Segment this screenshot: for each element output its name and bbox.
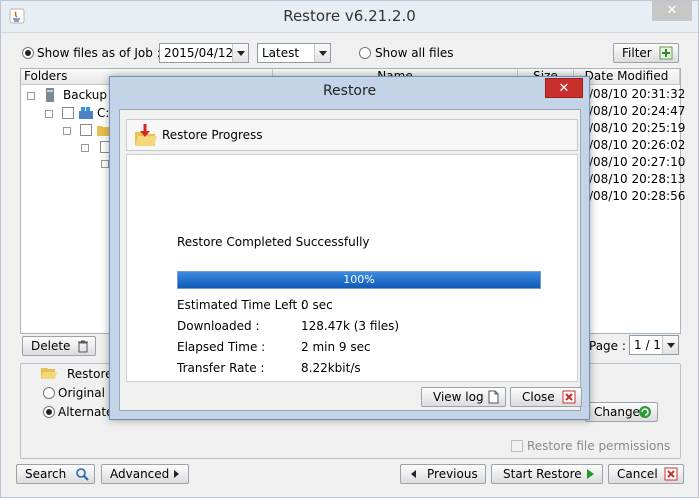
close-icon [664,467,678,481]
drive-icon [79,107,93,119]
stat-row-estimated-time: Estimated Time Left : 0 sec [177,298,333,312]
stat-label: Downloaded : [177,319,260,333]
tree-expander-icon[interactable] [101,160,109,168]
restore-file-permissions-checkbox[interactable] [511,440,523,452]
search-button-label: Search [25,467,67,481]
search-button[interactable]: Search [16,464,95,484]
change-location-button[interactable]: Change [585,402,658,422]
cancel-button-label: Cancel [617,467,658,481]
chevron-down-icon [314,44,330,62]
delete-button-label: Delete [31,339,71,353]
chevron-down-icon [232,44,248,62]
refresh-icon [639,406,651,418]
restore-file-permissions-label: Restore file permissions [527,439,671,453]
restore-status-text: Restore Completed Successfully [177,235,370,249]
show-all-files-label: Show all files [375,46,454,60]
job-date-value: 2015/04/12 [164,46,234,60]
tree-node-drive-label: C: [97,106,110,120]
job-version-value: Latest [262,46,300,60]
add-icon [659,46,673,60]
dialog-close-button[interactable]: ✕ [545,78,583,98]
show-files-as-of-job-label: Show files as of Job : [37,46,161,60]
advanced-button-label: Advanced [110,467,170,481]
previous-button[interactable]: Previous [400,464,486,484]
page-label: Page : [589,339,626,353]
restore-progress-bar: 100% [177,271,541,289]
date-modified-cell: /08/10 20:28:56 [589,189,686,203]
window-close-button[interactable]: ✕ [652,1,692,21]
date-modified-cell: /08/10 20:24:47 [589,104,686,118]
start-restore-button[interactable]: Start Restore [491,464,603,484]
date-modified-cell: /08/10 20:26:02 [589,138,686,152]
tree-expander-icon[interactable] [45,110,53,118]
page-select[interactable]: 1 / 1 [629,335,679,355]
chevron-right-icon [174,470,179,478]
play-icon [587,469,594,479]
job-date-select[interactable]: 2015/04/12 [159,43,249,63]
advanced-button[interactable]: Advanced [101,464,189,484]
dialog-header: Restore Progress [126,119,578,151]
original-location-radio[interactable] [43,387,55,399]
stat-value: 128.47k (3 files) [301,319,400,333]
show-files-as-of-job-radio[interactable] [22,47,34,59]
close-icon: ✕ [558,81,570,96]
show-all-files-radio[interactable] [359,47,371,59]
open-folder-icon [41,368,57,379]
date-modified-cell: /08/10 20:25:19 [589,121,686,135]
dialog-close-action-button[interactable]: Close [510,387,582,407]
alternate-location-radio[interactable] [43,406,55,418]
start-restore-button-label: Start Restore [503,467,582,481]
restore-progress-dialog: Restore ✕ Restore Progress Restore Compl… [109,76,590,420]
dialog-content: Restore Completed Successfully 100% Esti… [126,154,578,382]
view-log-button[interactable]: View log [421,387,506,407]
stat-value: 2 min 9 sec [301,340,371,354]
stat-row-transfer-rate: Transfer Rate : 8.22kbit/s [177,361,361,375]
search-icon [76,468,89,481]
tree-node-subfolder[interactable] [79,139,112,155]
previous-button-label: Previous [427,467,478,481]
title-bar: Restore v6.21.2.0 ✕ [1,1,698,33]
view-log-button-label: View log [433,390,484,404]
cancel-button[interactable]: Cancel [608,464,684,484]
stat-row-downloaded: Downloaded : 128.47k (3 files) [177,319,399,333]
stat-value: 0 sec [301,298,333,312]
tree-node-checkbox[interactable] [80,124,92,136]
filter-button[interactable]: Filter [613,43,679,63]
stat-row-elapsed-time: Elapsed Time : 2 min 9 sec [177,340,371,354]
tree-node-folder[interactable] [61,122,111,138]
restore-group-title: Restore [67,367,113,381]
stat-label: Elapsed Time : [177,340,266,354]
stat-label: Transfer Rate : [177,361,265,375]
job-version-select[interactable]: Latest [257,43,331,63]
delete-button[interactable]: Delete [22,336,96,356]
date-modified-cell: /08/10 20:27:10 [589,155,686,169]
close-icon [562,390,576,404]
dialog-header-label: Restore Progress [162,128,263,142]
tree-expander-icon[interactable] [81,144,89,152]
server-icon [46,88,54,102]
close-icon: ✕ [666,3,678,18]
trash-icon [78,340,88,353]
filter-button-label: Filter [622,46,652,60]
progress-bar-text: 100% [343,273,375,286]
dialog-body: Restore Progress Restore Completed Succe… [119,109,582,411]
change-button-label: Change [594,405,640,419]
chevron-left-icon [411,470,416,478]
date-modified-cell: /08/10 20:28:13 [589,172,686,186]
dialog-title: Restore [322,83,377,99]
tree-expander-icon[interactable] [63,127,71,135]
close-button-label: Close [522,390,555,404]
date-modified-cell: /08/10 20:31:32 [589,87,686,101]
stat-value: 8.22kbit/s [301,361,361,375]
page-select-value: 1 / 1 [634,338,661,352]
stat-label: Estimated Time Left : [177,298,306,312]
document-icon [488,390,499,404]
tree-expander-icon[interactable] [27,92,35,100]
window-title: Restore v6.21.2.0 [283,7,416,25]
chevron-down-icon [662,336,678,354]
restore-folder-icon [135,124,157,146]
tree-node-checkbox[interactable] [62,107,74,119]
